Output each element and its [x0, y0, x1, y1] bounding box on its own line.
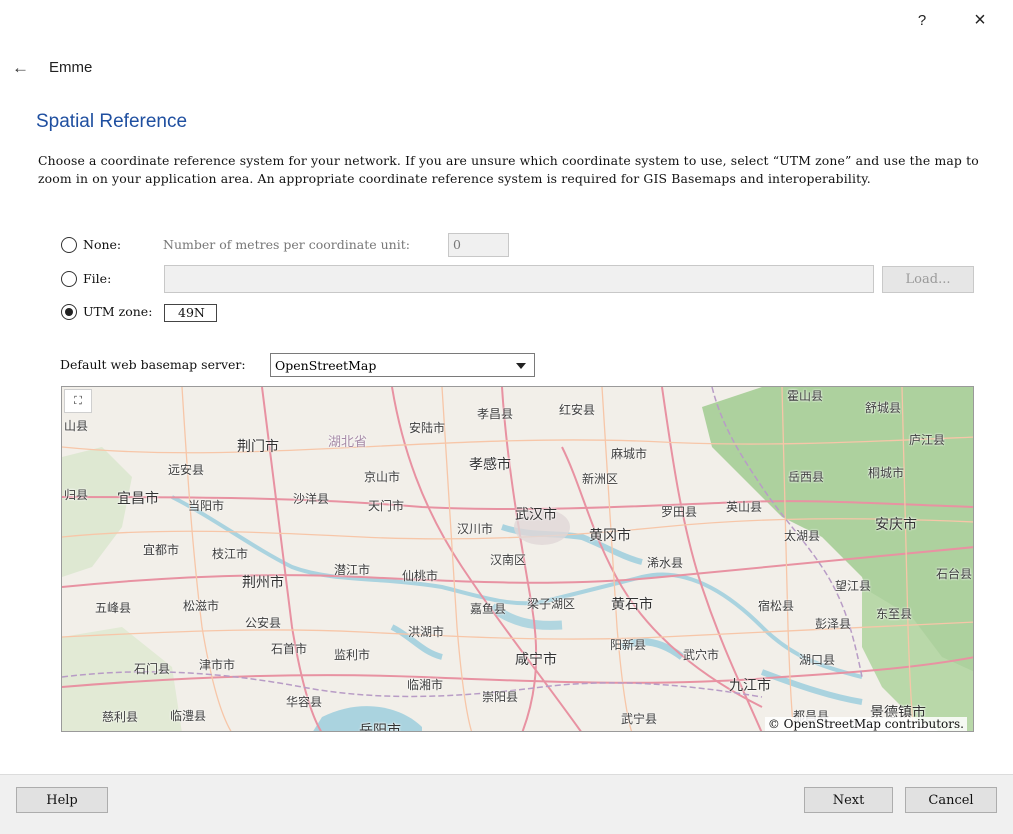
city-label: 五峰县: [95, 601, 132, 615]
city-label: 临湘市: [407, 678, 444, 692]
basemap-dropdown[interactable]: OpenStreetMap: [270, 353, 535, 377]
city-label: 津市市: [199, 658, 236, 672]
city-label: 望江县: [835, 579, 872, 593]
page-description: Choose a coordinate reference system for…: [38, 153, 979, 186]
city-label: 荆州市: [242, 575, 284, 591]
utm-zone-label: UTM zone:: [83, 304, 153, 319]
city-label: 咸宁市: [515, 652, 557, 668]
city-label: 武汉市: [515, 507, 557, 523]
metres-per-unit-label: Number of metres per coordinate unit:: [163, 237, 410, 252]
city-label: 武穴市: [683, 648, 720, 662]
city-label: 崇阳县: [482, 690, 519, 704]
file-path-input[interactable]: [164, 265, 874, 293]
fullscreen-button[interactable]: ⛶: [64, 389, 92, 413]
metres-per-unit-input[interactable]: 0: [448, 233, 509, 257]
city-label: 公安县: [245, 616, 282, 630]
city-label: 岳阳市: [359, 723, 401, 732]
city-label: 石门县: [134, 662, 171, 676]
city-label: 东至县: [876, 607, 913, 621]
city-label: 黄冈市: [589, 528, 631, 544]
city-label: 天门市: [368, 499, 405, 513]
city-label: 梁子湖区: [527, 597, 576, 611]
city-label: 庐江县: [909, 433, 946, 447]
city-label: 太湖县: [784, 529, 821, 543]
city-label: 湖口县: [799, 653, 836, 667]
utm-zone-value: 49N: [178, 305, 205, 320]
chevron-down-icon: [516, 363, 526, 369]
city-label: 孝感市: [469, 457, 511, 473]
city-label: 洪湖市: [408, 625, 445, 639]
city-label: 阳新县: [610, 638, 647, 652]
city-label: 霍山县: [787, 389, 824, 403]
load-button[interactable]: Load...: [882, 266, 974, 293]
city-label: 当阳市: [188, 499, 225, 513]
city-label: 仙桃市: [402, 569, 439, 583]
city-label: 英山县: [726, 500, 763, 514]
nav-title: Emme: [49, 59, 93, 76]
basemap-label: Default web basemap server:: [60, 357, 246, 372]
city-label: 归县: [64, 488, 89, 502]
city-label: 宜昌市: [117, 491, 159, 507]
city-label: 湖北省: [328, 435, 368, 450]
city-label: 安庆市: [875, 517, 917, 533]
city-label: 华容县: [286, 695, 323, 709]
city-label: 沙洋县: [293, 492, 330, 506]
city-label: 新洲区: [582, 472, 619, 486]
city-label: 罗田县: [661, 505, 698, 519]
city-label: 京山市: [364, 470, 401, 484]
city-label: 远安县: [168, 463, 205, 477]
city-label: 监利市: [334, 648, 371, 662]
page-heading: Spatial Reference: [36, 111, 188, 132]
back-arrow-icon[interactable]: ←: [12, 58, 29, 78]
city-label: 岳西县: [788, 470, 825, 484]
file-radio[interactable]: [61, 271, 77, 287]
city-label: 潜江市: [334, 563, 371, 577]
city-label: 枝江市: [212, 547, 249, 561]
basemap-map[interactable]: ⛶ 山县 荆门市 湖北省 安陆市 孝昌县 红安县 霍山县 舒城县 庐江县 远安县…: [61, 386, 974, 732]
none-radio[interactable]: [61, 237, 77, 253]
help-button[interactable]: Help: [16, 787, 108, 813]
city-label: 松滋市: [183, 599, 220, 613]
city-label: 荆门市: [237, 439, 279, 455]
city-label: 九江市: [729, 678, 771, 694]
city-label: 安陆市: [409, 421, 446, 435]
next-button[interactable]: Next: [804, 787, 893, 813]
city-label: 舒城县: [865, 401, 902, 415]
city-label: 黄石市: [611, 597, 653, 613]
city-label: 石台县: [936, 567, 973, 581]
city-label: 浠水县: [647, 556, 684, 570]
utm-zone-radio[interactable]: [61, 304, 77, 320]
metres-per-unit-value: 0: [453, 237, 461, 252]
none-label: None:: [83, 237, 122, 252]
city-label: 山县: [64, 419, 89, 433]
file-label: File:: [83, 271, 112, 286]
city-label: 孝昌县: [477, 407, 514, 421]
city-label: 桐城市: [868, 466, 905, 480]
city-label: 汉南区: [490, 553, 527, 567]
map-attribution: © OpenStreetMap contributors.: [764, 717, 967, 731]
city-label: 宿松县: [758, 599, 795, 613]
city-label: 汉川市: [457, 522, 494, 536]
city-label: 嘉鱼县: [470, 602, 507, 616]
city-label: 宜都市: [143, 543, 180, 557]
utm-zone-field[interactable]: 49N: [164, 304, 217, 322]
cancel-button[interactable]: Cancel: [905, 787, 997, 813]
basemap-selected: OpenStreetMap: [275, 358, 377, 373]
city-label: 红安县: [559, 403, 596, 417]
city-label: 麻城市: [611, 447, 648, 461]
city-label: 慈利县: [102, 710, 139, 724]
help-icon[interactable]: ?: [908, 8, 936, 32]
city-label: 彭泽县: [815, 617, 852, 631]
city-label: 武宁县: [621, 712, 658, 726]
close-icon[interactable]: ×: [966, 8, 994, 32]
city-label: 石首市: [271, 642, 308, 656]
city-label: 临澧县: [170, 709, 207, 723]
